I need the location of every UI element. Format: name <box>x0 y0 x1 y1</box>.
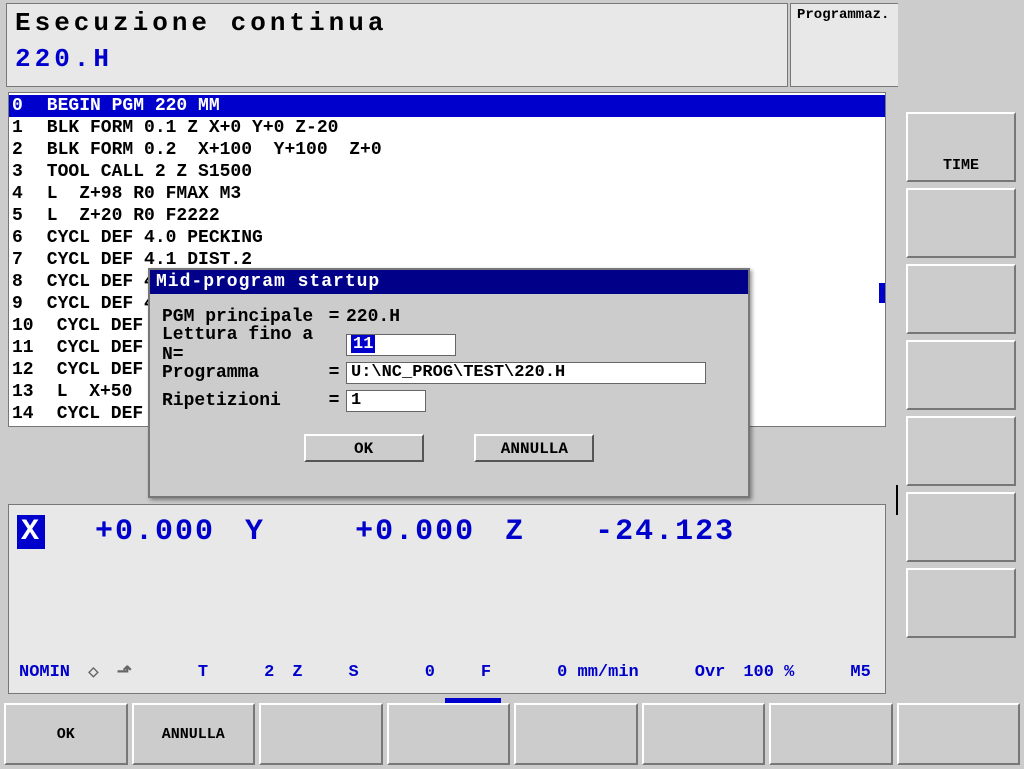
label-pgm-principale: PGM principale <box>162 307 322 327</box>
code-line[interactable]: 6 CYCL DEF 4.0 PECKING <box>9 227 885 249</box>
feed-label: F <box>481 663 491 682</box>
code-line[interactable]: 4 L Z+98 R0 FMAX M3 <box>9 183 885 205</box>
axis-y-value: +0.000 <box>355 515 475 549</box>
mode-title: Esecuzione continua <box>15 8 779 38</box>
right-softkey-7[interactable] <box>906 568 1016 638</box>
softkey-6[interactable] <box>642 703 766 765</box>
value-pgm-principale: 220.H <box>346 307 400 327</box>
label-lettura-n: Lettura fino a N= <box>162 325 322 365</box>
input-ripetizioni[interactable]: 1 <box>346 390 426 412</box>
m-code: M5 <box>850 663 870 682</box>
right-softkey-panel: TIME <box>898 0 1024 700</box>
feed-value: 0 mm/min <box>557 663 639 682</box>
scrollbar-thumb[interactable] <box>879 283 885 303</box>
softkey-3[interactable] <box>259 703 383 765</box>
coord-icon: ⬏ <box>117 661 132 683</box>
axis-z-value: -24.123 <box>595 515 735 549</box>
code-line[interactable]: 0 BEGIN PGM 220 MM <box>9 95 885 117</box>
override-label: Ovr <box>695 663 726 682</box>
code-line[interactable]: 5 L Z+20 R0 F2222 <box>9 205 885 227</box>
axis-x-value: +0.000 <box>95 515 215 549</box>
spindle-value: 0 <box>425 663 435 682</box>
coordinate-row: X +0.000 Y +0.000 Z -24.123 <box>9 505 885 549</box>
softkey-bar: OK ANNULLA <box>4 703 1020 765</box>
axis-z-label: Z <box>505 515 525 549</box>
status-panel: X +0.000 Y +0.000 Z -24.123 NOMIN ◇ ⬏ T … <box>8 504 886 694</box>
input-programma[interactable]: U:\NC_PROG\TEST\220.H <box>346 362 706 384</box>
dialog-ok-button[interactable]: OK <box>304 434 424 462</box>
softkey-5[interactable] <box>514 703 638 765</box>
softkey-8[interactable] <box>897 703 1021 765</box>
softkey-1[interactable]: OK <box>4 703 128 765</box>
right-softkey-5[interactable] <box>906 416 1016 486</box>
header: Esecuzione continua 220.H <box>6 3 788 87</box>
softkey-4[interactable] <box>387 703 511 765</box>
secondary-mode-label: Programmaz. <box>797 7 889 23</box>
program-filename: 220.H <box>15 44 779 74</box>
mid-program-startup-dialog: Mid-program startup PGM principale = 220… <box>148 268 750 498</box>
tool-value: 2 <box>264 663 274 682</box>
spindle-label: S <box>349 663 359 682</box>
input-lettura-n[interactable]: 11 <box>346 334 456 356</box>
tool-axis: Z <box>292 663 302 682</box>
label-ripetizioni: Ripetizioni <box>162 391 322 411</box>
info-row: NOMIN ◇ ⬏ T 2 Z S 0 F 0 mm/min Ovr 100 %… <box>9 661 885 683</box>
code-line[interactable]: 3 TOOL CALL 2 Z S1500 <box>9 161 885 183</box>
code-line[interactable]: 2 BLK FORM 0.2 X+100 Y+100 Z+0 <box>9 139 885 161</box>
right-softkey-4[interactable] <box>906 340 1016 410</box>
right-softkey-2[interactable] <box>906 188 1016 258</box>
nomin-label: NOMIN <box>19 663 70 682</box>
right-softkey-6[interactable] <box>906 492 1016 562</box>
override-value: 100 % <box>743 663 794 682</box>
datum-icon: ◇ <box>88 661 99 683</box>
softkey-7[interactable] <box>769 703 893 765</box>
dialog-title: Mid-program startup <box>150 270 748 294</box>
axis-x-label: X <box>17 515 45 549</box>
code-line[interactable]: 1 BLK FORM 0.1 Z X+0 Y+0 Z-20 <box>9 117 885 139</box>
axis-y-label: Y <box>245 515 265 549</box>
dialog-cancel-button[interactable]: ANNULLA <box>474 434 594 462</box>
label-programma: Programma <box>162 363 322 383</box>
right-softkey-3[interactable] <box>906 264 1016 334</box>
right-softkey-1[interactable]: TIME <box>906 112 1016 182</box>
softkey-2[interactable]: ANNULLA <box>132 703 256 765</box>
tool-label: T <box>198 663 208 682</box>
